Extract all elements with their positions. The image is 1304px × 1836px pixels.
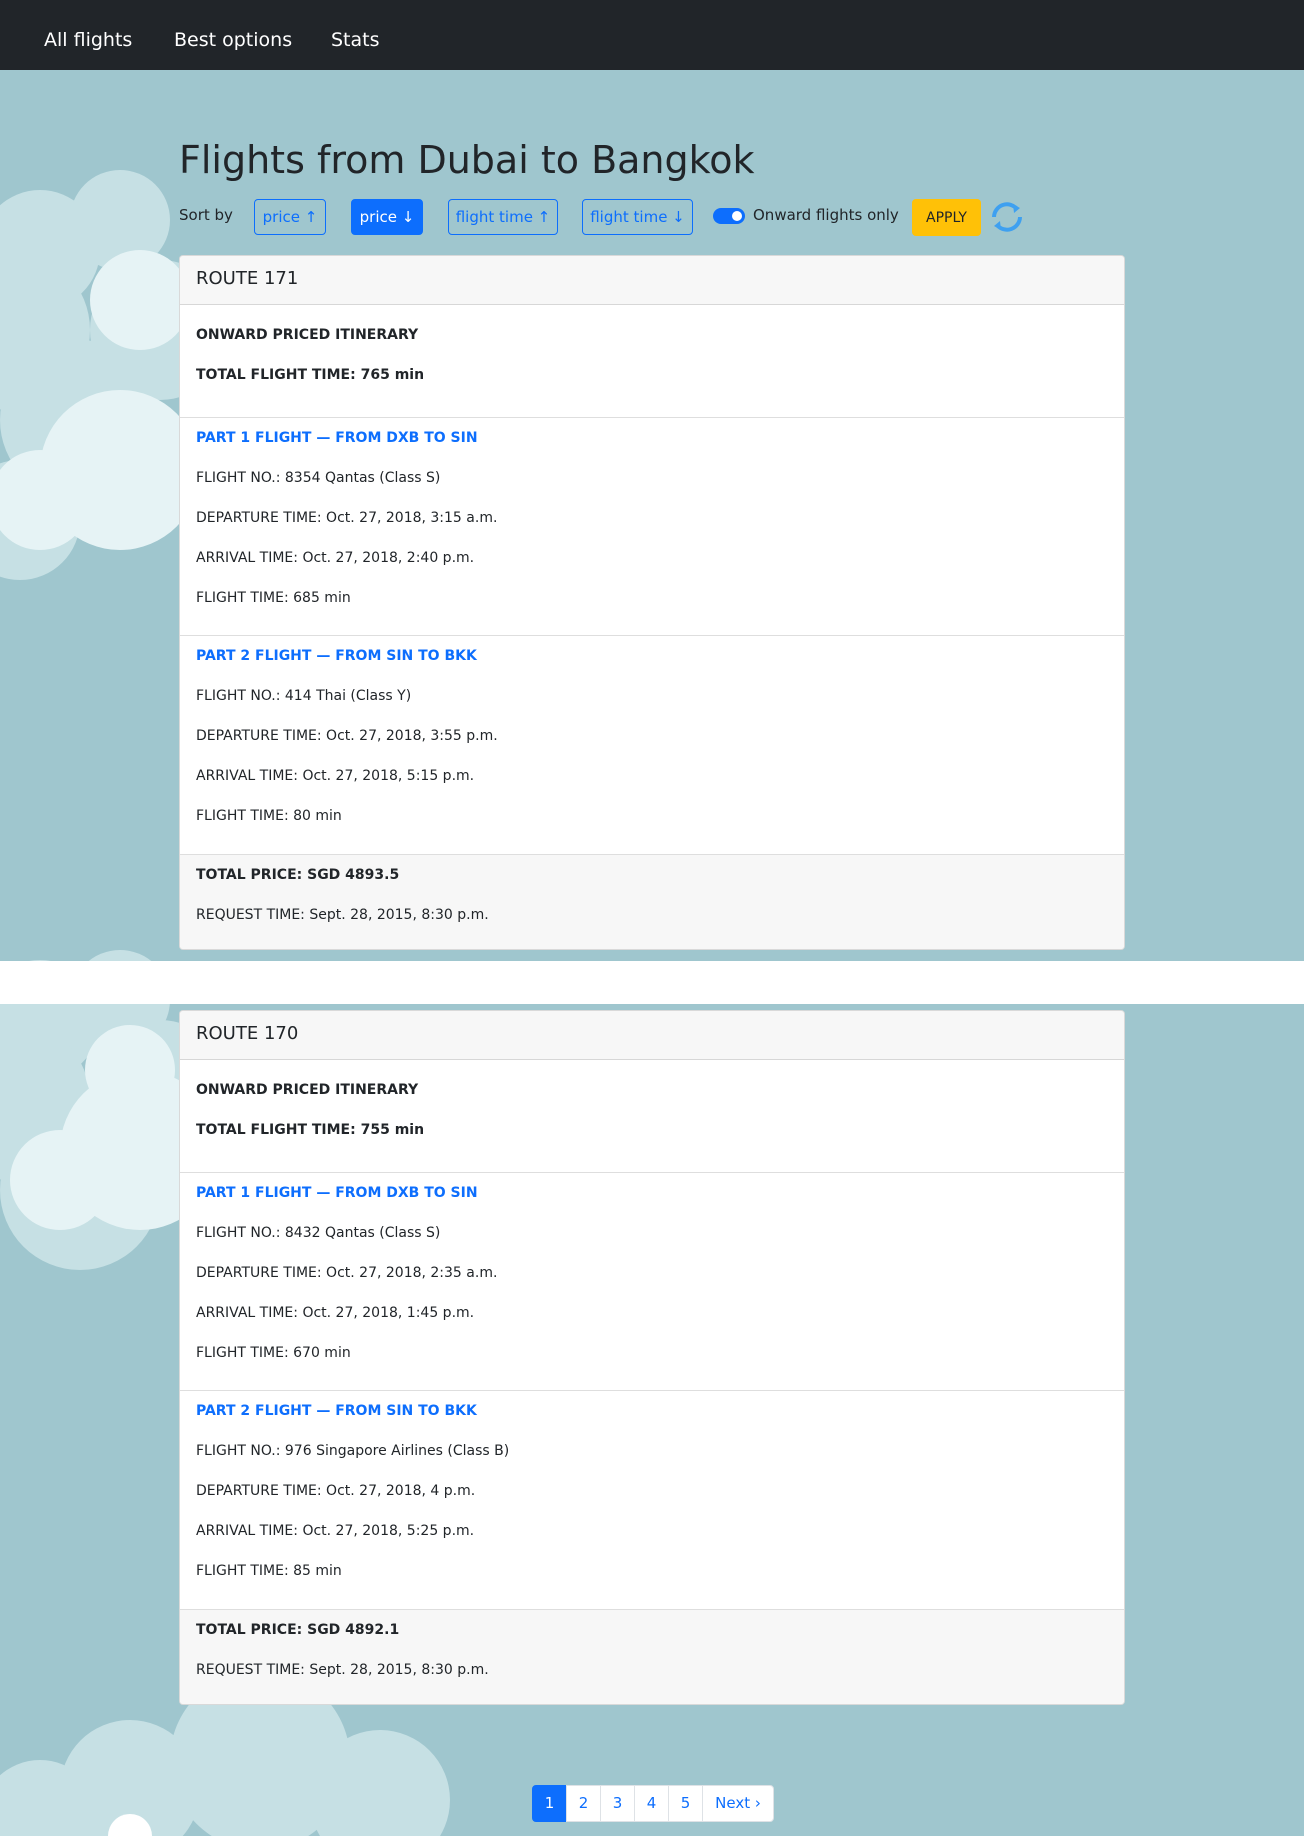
flight-part: PART 1 FLIGHT — FROM DXB TO SIN FLIGHT N… <box>180 418 1124 636</box>
flight-number: FLIGHT NO.: 976 Singapore Airlines (Clas… <box>196 1443 510 1459</box>
itinerary-summary: ONWARD PRICED ITINERARY TOTAL FLIGHT TIM… <box>180 1060 1124 1173</box>
refresh-icon[interactable] <box>986 196 1028 238</box>
top-navbar: All flights Best options Stats <box>0 0 1304 70</box>
flight-part-heading: PART 2 FLIGHT — FROM SIN TO BKK <box>196 1403 477 1419</box>
route-header: ROUTE 171 <box>180 256 1124 305</box>
arrival-time: ARRIVAL TIME: Oct. 27, 2018, 5:25 p.m. <box>196 1523 475 1539</box>
route-footer: TOTAL PRICE: SGD 4893.5 REQUEST TIME: Se… <box>180 855 1124 949</box>
next-page-link[interactable]: Next › <box>702 1785 774 1822</box>
total-price: TOTAL PRICE: SGD 4893.5 <box>196 867 400 883</box>
flight-number: FLIGHT NO.: 8354 Qantas (Class S) <box>196 470 441 486</box>
total-price: TOTAL PRICE: SGD 4892.1 <box>196 1622 400 1638</box>
arrival-time: ARRIVAL TIME: Oct. 27, 2018, 1:45 p.m. <box>196 1305 475 1321</box>
itinerary-type: ONWARD PRICED ITINERARY <box>196 1082 419 1098</box>
flight-time: FLIGHT TIME: 80 min <box>196 808 342 824</box>
flight-time: FLIGHT TIME: 685 min <box>196 590 351 606</box>
sort-label: Sort by <box>179 206 233 224</box>
request-time: REQUEST TIME: Sept. 28, 2015, 8:30 p.m. <box>196 907 489 923</box>
total-flight-time: TOTAL FLIGHT TIME: 765 min <box>196 367 425 383</box>
page-title: Flights from Dubai to Bangkok <box>179 138 755 182</box>
toggle-knob <box>732 211 742 221</box>
route-card: ROUTE 171 ONWARD PRICED ITINERARY TOTAL … <box>179 255 1125 950</box>
flight-part: PART 2 FLIGHT — FROM SIN TO BKK FLIGHT N… <box>180 636 1124 855</box>
route-title: ROUTE 170 <box>196 1023 299 1044</box>
flight-number: FLIGHT NO.: 8432 Qantas (Class S) <box>196 1225 441 1241</box>
departure-time: DEPARTURE TIME: Oct. 27, 2018, 2:35 a.m. <box>196 1265 498 1281</box>
route-header: ROUTE 170 <box>180 1011 1124 1060</box>
onward-flights-toggle[interactable] <box>713 208 745 224</box>
flight-part: PART 1 FLIGHT — FROM DXB TO SIN FLIGHT N… <box>180 1173 1124 1391</box>
arrival-time: ARRIVAL TIME: Oct. 27, 2018, 5:15 p.m. <box>196 768 475 784</box>
apply-button[interactable]: APPLY <box>912 199 981 236</box>
total-flight-time: TOTAL FLIGHT TIME: 755 min <box>196 1122 425 1138</box>
itinerary-summary: ONWARD PRICED ITINERARY TOTAL FLIGHT TIM… <box>180 305 1124 418</box>
departure-time: DEPARTURE TIME: Oct. 27, 2018, 4 p.m. <box>196 1483 476 1499</box>
flight-time: FLIGHT TIME: 670 min <box>196 1345 351 1361</box>
flight-part: PART 2 FLIGHT — FROM SIN TO BKK FLIGHT N… <box>180 1391 1124 1610</box>
page-3-link[interactable]: 3 <box>600 1785 635 1822</box>
flight-part-heading: PART 2 FLIGHT — FROM SIN TO BKK <box>196 648 477 664</box>
route-card: ROUTE 170 ONWARD PRICED ITINERARY TOTAL … <box>179 1010 1125 1705</box>
page-5-link[interactable]: 5 <box>668 1785 703 1822</box>
flight-number: FLIGHT NO.: 414 Thai (Class Y) <box>196 688 412 704</box>
itinerary-type: ONWARD PRICED ITINERARY <box>196 327 419 343</box>
sort-flight-time-asc-button[interactable]: flight time ↑ <box>448 199 558 235</box>
onward-flights-label: Onward flights only <box>753 206 899 224</box>
flight-part-heading: PART 1 FLIGHT — FROM DXB TO SIN <box>196 430 478 446</box>
flight-part-heading: PART 1 FLIGHT — FROM DXB TO SIN <box>196 1185 478 1201</box>
page-1-link[interactable]: 1 <box>532 1785 567 1822</box>
flight-time: FLIGHT TIME: 85 min <box>196 1563 342 1579</box>
departure-time: DEPARTURE TIME: Oct. 27, 2018, 3:15 a.m. <box>196 510 498 526</box>
request-time: REQUEST TIME: Sept. 28, 2015, 8:30 p.m. <box>196 1662 489 1678</box>
sort-flight-time-desc-button[interactable]: flight time ↓ <box>582 199 693 235</box>
arrival-time: ARRIVAL TIME: Oct. 27, 2018, 2:40 p.m. <box>196 550 475 566</box>
route-footer: TOTAL PRICE: SGD 4892.1 REQUEST TIME: Se… <box>180 1610 1124 1704</box>
nav-stats[interactable]: Stats <box>331 26 380 54</box>
pagination: 1 2 3 4 5 Next › <box>532 1785 774 1822</box>
page-4-link[interactable]: 4 <box>634 1785 669 1822</box>
sort-price-desc-button[interactable]: price ↓ <box>351 199 423 235</box>
nav-all-flights[interactable]: All flights <box>44 26 132 54</box>
route-title: ROUTE 171 <box>196 268 299 289</box>
nav-best-options[interactable]: Best options <box>174 26 292 54</box>
departure-time: DEPARTURE TIME: Oct. 27, 2018, 3:55 p.m. <box>196 728 498 744</box>
sort-price-asc-button[interactable]: price ↑ <box>254 199 326 235</box>
page-2-link[interactable]: 2 <box>566 1785 601 1822</box>
separator-strip <box>0 961 1304 1004</box>
